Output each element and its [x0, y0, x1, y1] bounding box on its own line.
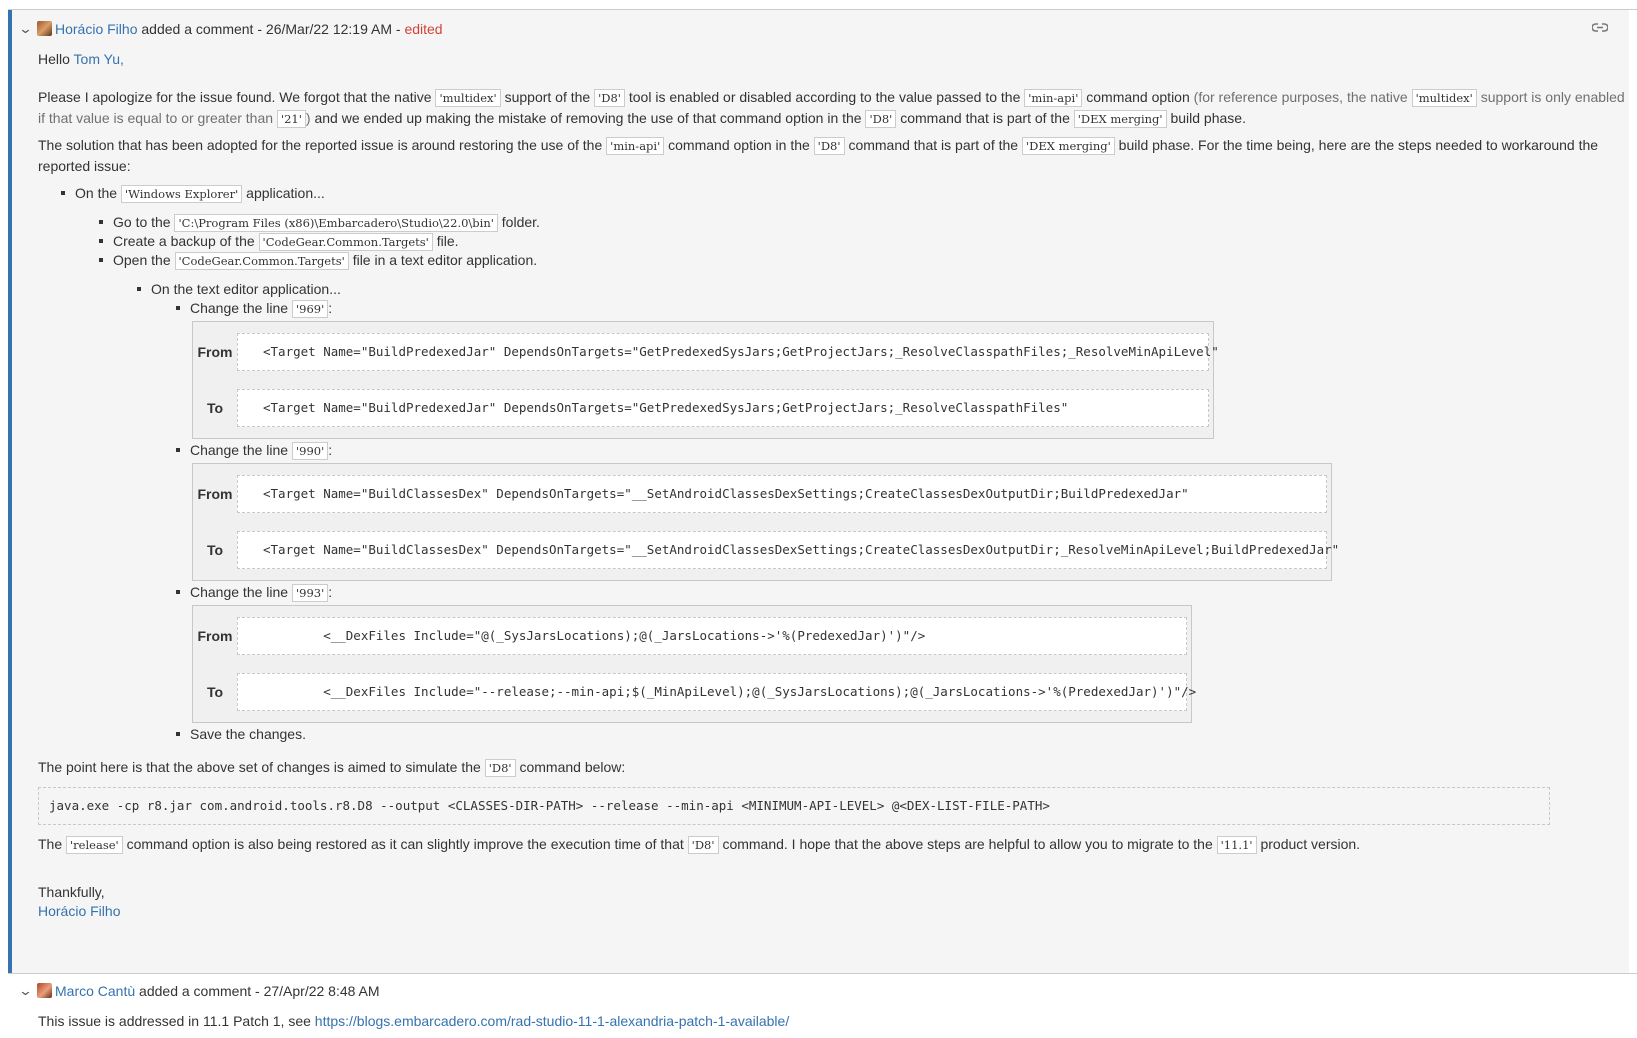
list-item-change-969: Change the line '969':: [175, 298, 332, 319]
comment-header: Marco Cantù added a comment - 27/Apr/22 …: [55, 983, 380, 999]
signature-link[interactable]: Horácio Filho: [38, 903, 120, 919]
mention-link[interactable]: Tom Yu,: [74, 51, 124, 67]
list-item-text-editor: On the text editor application...: [137, 281, 341, 297]
chevron-down-icon[interactable]: ⌄: [18, 20, 33, 38]
code-to-990: <Target Name="BuildClassesDex" DependsOn…: [237, 531, 1339, 569]
to-label: To: [197, 382, 233, 434]
list-item-open-file: Open the 'CodeGear.Common.Targets' file …: [98, 250, 537, 271]
to-label: To: [197, 666, 233, 718]
signature: Horácio Filho: [38, 901, 120, 921]
code-from-969: <Target Name="BuildPredexedJar" DependsO…: [237, 333, 1219, 371]
paragraph-release: The 'release' command option is also bei…: [38, 836, 1361, 854]
code-to-969: <Target Name="BuildPredexedJar" DependsO…: [237, 389, 1209, 427]
paragraph-solution: The solution that has been adopted for t…: [38, 137, 1599, 174]
chevron-down-icon[interactable]: ⌄: [18, 982, 33, 1000]
command-code-block: java.exe -cp r8.jar com.android.tools.r8…: [38, 787, 1550, 825]
paragraph-point: The point here is that the above set of …: [38, 759, 626, 777]
closing: Thankfully,: [38, 884, 105, 900]
change-table-969: From <Target Name="BuildPredexedJar" Dep…: [192, 321, 1219, 439]
greeting: Hello Tom Yu,: [38, 51, 124, 67]
avatar[interactable]: [37, 21, 52, 36]
change-table-993: From <__DexFiles Include="@(_SysJarsLoca…: [192, 605, 1196, 723]
comment-date[interactable]: 27/Apr/22 8:48 AM: [264, 983, 380, 999]
link-icon[interactable]: [1591, 20, 1609, 37]
list-item-change-993: Change the line '993':: [175, 582, 332, 603]
comment-header: Horácio Filho added a comment - 26/Mar/2…: [55, 21, 443, 37]
code-from-993: <__DexFiles Include="@(_SysJarsLocations…: [237, 617, 1187, 655]
to-label: To: [197, 524, 233, 576]
edited-indicator[interactable]: edited: [404, 21, 442, 37]
comment-action: added a comment: [139, 983, 252, 999]
comment-action: added a comment: [141, 21, 254, 37]
change-table-990: From <Target Name="BuildClassesDex" Depe…: [192, 463, 1339, 581]
from-label: From: [197, 326, 233, 378]
code-from-990: <Target Name="BuildClassesDex" DependsOn…: [237, 475, 1327, 513]
list-item-change-990: Change the line '990':: [175, 440, 332, 461]
blog-link[interactable]: https://blogs.embarcadero.com/rad-studio…: [315, 1013, 789, 1029]
list-item-backup: Create a backup of the 'CodeGear.Common.…: [99, 231, 459, 252]
author-link[interactable]: Marco Cantù: [55, 983, 135, 999]
comment-divider: [8, 973, 1637, 974]
paragraph-apology: Please I apologize for the issue found. …: [38, 89, 1625, 128]
list-item-save: Save the changes.: [176, 726, 306, 742]
author-link[interactable]: Horácio Filho: [55, 21, 137, 37]
from-label: From: [197, 610, 233, 662]
from-label: From: [197, 468, 233, 520]
list-item-windows-explorer: On the 'Windows Explorer' application...: [61, 183, 325, 204]
list-item-go-to-folder: Go to the 'C:\Program Files (x86)\Embarc…: [99, 212, 540, 233]
comment-body: This issue is addressed in 11.1 Patch 1,…: [38, 1013, 790, 1029]
comment-date[interactable]: 26/Mar/22 12:19 AM: [266, 21, 392, 37]
avatar[interactable]: [37, 983, 52, 998]
code-to-993: <__DexFiles Include="--release;--min-api…: [237, 673, 1196, 711]
